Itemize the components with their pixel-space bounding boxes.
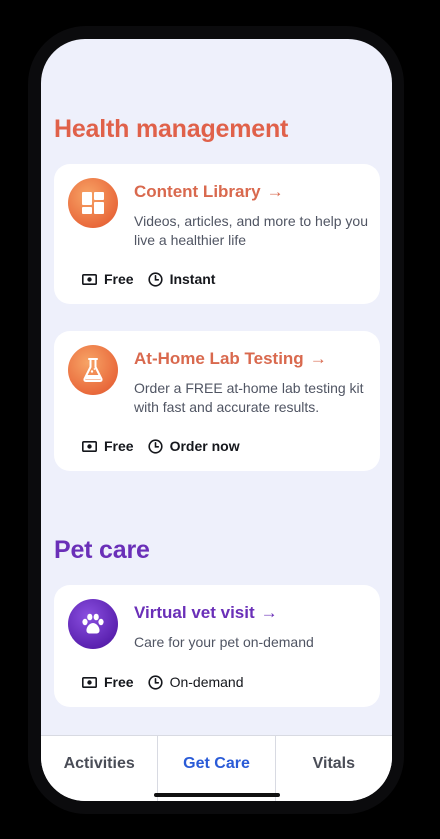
card-description: Order a FREE at-home lab testing kit wit… [134,380,364,415]
content-library-card[interactable]: Content Library → Videos, articles, and m… [54,164,380,304]
paw-icon [68,599,118,649]
pet-care-title: Pet care [54,536,150,564]
card-meta: Free Order now [82,438,254,454]
arrow-right-icon: → [260,603,278,622]
grid-icon [68,178,118,228]
timing-tag: Order now [147,438,240,454]
home-indicator[interactable] [154,793,280,797]
card-meta: Free On-demand [82,674,258,690]
card-title-text: Virtual vet visit [134,603,255,622]
clock-icon [147,438,163,454]
cash-icon [82,676,97,688]
clock-icon [147,271,163,287]
price-tag: Free [82,271,134,287]
price-tag: Free [82,674,134,690]
bottom-tab-bar: Activities Get Care Vitals [41,735,392,801]
card-meta: Free Instant [82,271,229,287]
arrow-right-icon: → [309,349,327,368]
flask-icon [68,345,118,395]
lab-testing-link[interactable]: At-Home Lab Testing → [134,349,327,369]
tab-vitals[interactable]: Vitals [274,736,392,801]
card-title-text: Content Library [134,182,261,201]
timing-tag: On-demand [147,674,244,690]
card-title-text: At-Home Lab Testing [134,349,304,368]
timing-tag: Instant [147,271,215,287]
virtual-vet-card[interactable]: Virtual vet visit → Care for your pet on-… [54,585,380,707]
card-description: Videos, articles, and more to help you l… [134,213,368,248]
card-description: Care for your pet on-demand [134,634,314,650]
content-library-link[interactable]: Content Library → [134,182,284,202]
price-tag: Free [82,438,134,454]
virtual-vet-link[interactable]: Virtual vet visit → [134,603,278,623]
health-management-title: Health management [54,115,289,143]
tab-activities[interactable]: Activities [41,736,157,801]
app-screen: Health management Content Library → Video… [41,39,392,801]
cash-icon [82,273,97,285]
lab-testing-card[interactable]: At-Home Lab Testing → Order a FREE at-hom… [54,331,380,471]
tab-get-care[interactable]: Get Care [157,736,274,801]
arrow-right-icon: → [266,182,284,201]
clock-icon [147,674,163,690]
cash-icon [82,440,97,452]
